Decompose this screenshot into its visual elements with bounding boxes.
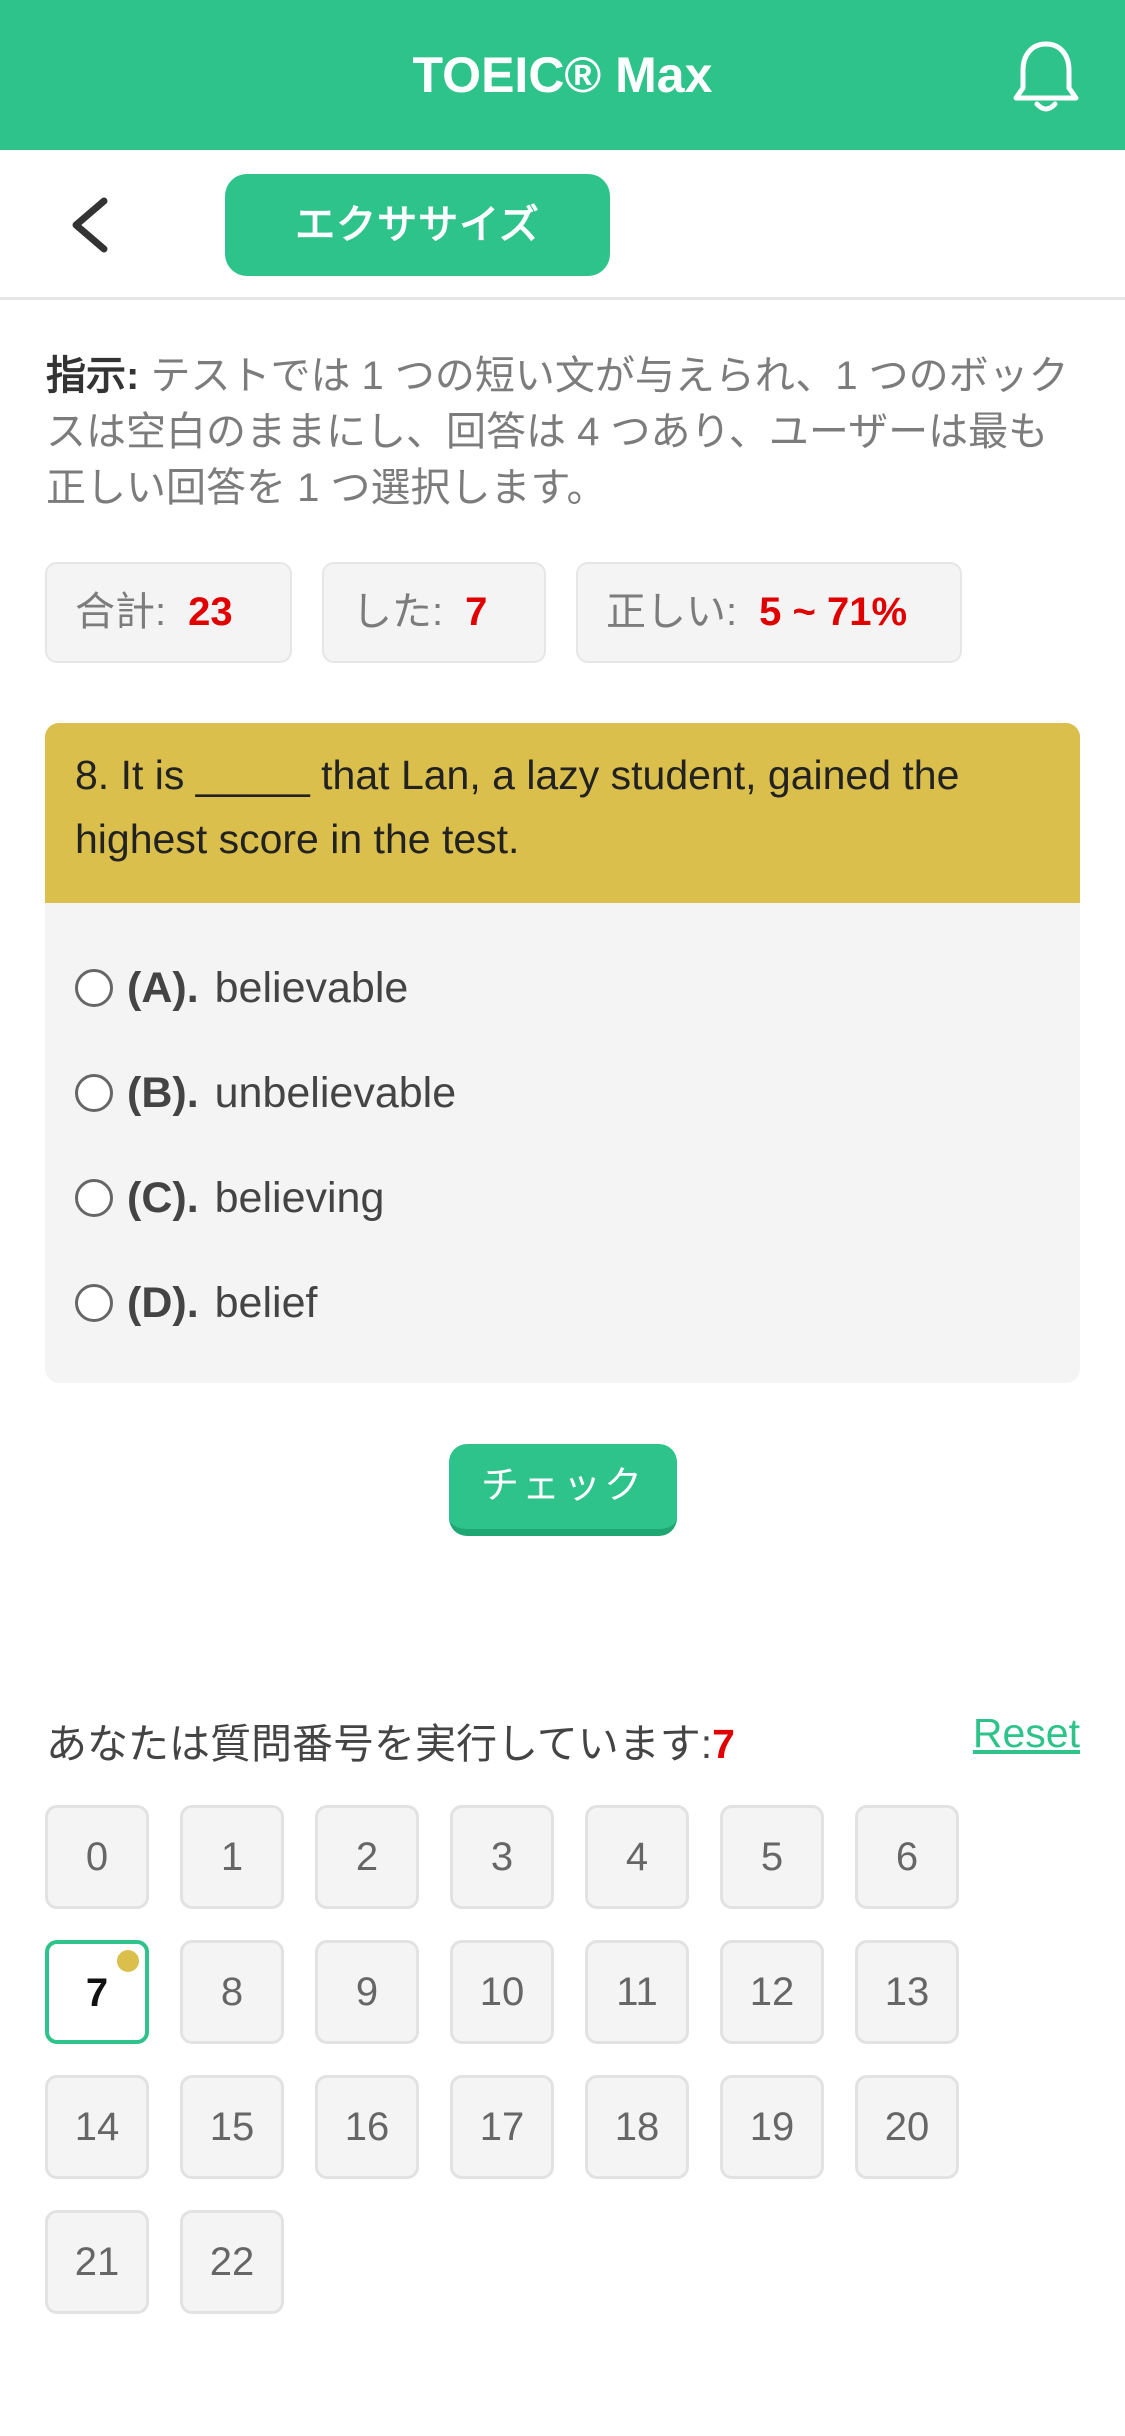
question-number-label: 7 xyxy=(85,1971,109,2015)
question-number-label: 11 xyxy=(616,1970,658,2014)
radio-icon[interactable] xyxy=(75,1074,113,1112)
question-number-label: 21 xyxy=(74,2240,120,2284)
stat-done-label: した: xyxy=(352,590,444,634)
option-label: (D). xyxy=(127,1278,199,1327)
option-d[interactable]: (D). belief xyxy=(75,1268,317,1338)
stat-total-label: 合計: xyxy=(75,590,167,634)
stat-total: 合計: 23 xyxy=(45,562,292,663)
bell-icon[interactable] xyxy=(1011,38,1081,114)
question-number-label: 16 xyxy=(344,2105,390,2149)
radio-icon[interactable] xyxy=(75,1284,113,1322)
question-number-button[interactable]: 10 xyxy=(450,1940,554,2044)
question-number-button[interactable]: 19 xyxy=(720,2075,824,2179)
question-number-button[interactable]: 15 xyxy=(180,2075,284,2179)
question-number-label: 3 xyxy=(490,1835,514,1879)
question-number-label: 22 xyxy=(209,2240,255,2284)
question-text: 8. It is _____ that Lan, a lazy student,… xyxy=(45,723,1080,903)
instructions-label: 指示: xyxy=(46,354,140,398)
question-number-label: 0 xyxy=(85,1835,109,1879)
question-number-label: 5 xyxy=(760,1835,784,1879)
question-number-label: 14 xyxy=(74,2105,120,2149)
stat-total-value: 23 xyxy=(188,590,233,634)
question-number-button[interactable]: 22 xyxy=(180,2210,284,2314)
stat-correct-label: 正しい: xyxy=(606,590,738,634)
option-c[interactable]: (C). believing xyxy=(75,1163,384,1233)
stat-correct: 正しい: 5 ~ 71% xyxy=(576,562,962,663)
question-number-label: 6 xyxy=(895,1835,919,1879)
option-a[interactable]: (A). believable xyxy=(75,953,408,1023)
question-number-label: 18 xyxy=(614,2105,660,2149)
radio-icon[interactable] xyxy=(75,1179,113,1217)
tab-exercise[interactable]: エクササイズ xyxy=(225,174,610,276)
question-number-button[interactable]: 17 xyxy=(450,2075,554,2179)
sub-nav-bar: エクササイズ xyxy=(0,150,1125,300)
question-number-label: 2 xyxy=(355,1835,379,1879)
option-text: believing xyxy=(214,1173,385,1222)
question-number-button[interactable]: 16 xyxy=(315,2075,419,2179)
question-number-label: 13 xyxy=(884,1970,930,2014)
question-number-label: 15 xyxy=(209,2105,255,2149)
check-button[interactable]: チェック xyxy=(449,1444,677,1536)
option-text: unbelievable xyxy=(214,1068,457,1117)
app-bar: TOEIC® Max xyxy=(0,0,1125,150)
question-number-button[interactable]: 8 xyxy=(180,1940,284,2044)
question-number-button[interactable]: 6 xyxy=(855,1805,959,1909)
option-text: believable xyxy=(214,963,409,1012)
question-number-label: 9 xyxy=(355,1970,379,2014)
option-text: belief xyxy=(214,1278,318,1327)
option-label: (B). xyxy=(127,1068,199,1117)
current-indicator-dot xyxy=(117,1950,139,1972)
question-number-button[interactable]: 0 xyxy=(45,1805,149,1909)
question-number-button[interactable]: 5 xyxy=(720,1805,824,1909)
instructions-text: テストでは 1 つの短い文が与えられ、1 つのボックスは空白のままにし、回答は … xyxy=(46,354,1069,510)
progress-text: あなたは質問番号を実行しています:7 xyxy=(46,1710,735,1770)
stat-done: した: 7 xyxy=(322,562,546,663)
question-number-button[interactable]: 9 xyxy=(315,1940,419,2044)
question-number-button[interactable]: 20 xyxy=(855,2075,959,2179)
question-number-button[interactable]: 18 xyxy=(585,2075,689,2179)
current-question-number: 7 xyxy=(712,1721,735,1767)
option-b[interactable]: (B). unbelievable xyxy=(75,1058,456,1128)
question-number-button[interactable]: 2 xyxy=(315,1805,419,1909)
question-number-button[interactable]: 14 xyxy=(45,2075,149,2179)
question-card: 8. It is _____ that Lan, a lazy student,… xyxy=(45,723,1080,1383)
chevron-left-icon[interactable] xyxy=(62,193,118,257)
question-number-button[interactable]: 21 xyxy=(45,2210,149,2314)
option-label: (A). xyxy=(127,963,199,1012)
instructions: 指示: テストでは 1 つの短い文が与えられ、1 つのボックスは空白のままにし、… xyxy=(46,348,1076,516)
question-number-label: 19 xyxy=(749,2105,795,2149)
option-label: (C). xyxy=(127,1173,199,1222)
question-number-label: 10 xyxy=(479,1970,525,2014)
stat-correct-value: 5 ~ 71% xyxy=(759,590,908,634)
question-number-button[interactable]: 3 xyxy=(450,1805,554,1909)
app-title: TOEIC® Max xyxy=(412,47,713,103)
question-number-button[interactable]: 1 xyxy=(180,1805,284,1909)
question-number-label: 20 xyxy=(884,2105,930,2149)
question-number-button[interactable]: 4 xyxy=(585,1805,689,1909)
radio-icon[interactable] xyxy=(75,969,113,1007)
question-number-button[interactable]: 7 xyxy=(45,1940,149,2044)
stat-done-value: 7 xyxy=(465,590,488,634)
reset-link[interactable]: Reset xyxy=(973,1710,1080,1757)
question-number-button[interactable]: 13 xyxy=(855,1940,959,2044)
question-number-label: 1 xyxy=(220,1835,244,1879)
question-number-button[interactable]: 12 xyxy=(720,1940,824,2044)
question-number-label: 12 xyxy=(749,1970,795,2014)
question-number-label: 4 xyxy=(625,1835,649,1879)
question-number-label: 8 xyxy=(220,1970,244,2014)
progress-label: あなたは質問番号を実行しています: xyxy=(46,1721,713,1767)
question-number-label: 17 xyxy=(479,2105,525,2149)
question-number-button[interactable]: 11 xyxy=(585,1940,689,2044)
